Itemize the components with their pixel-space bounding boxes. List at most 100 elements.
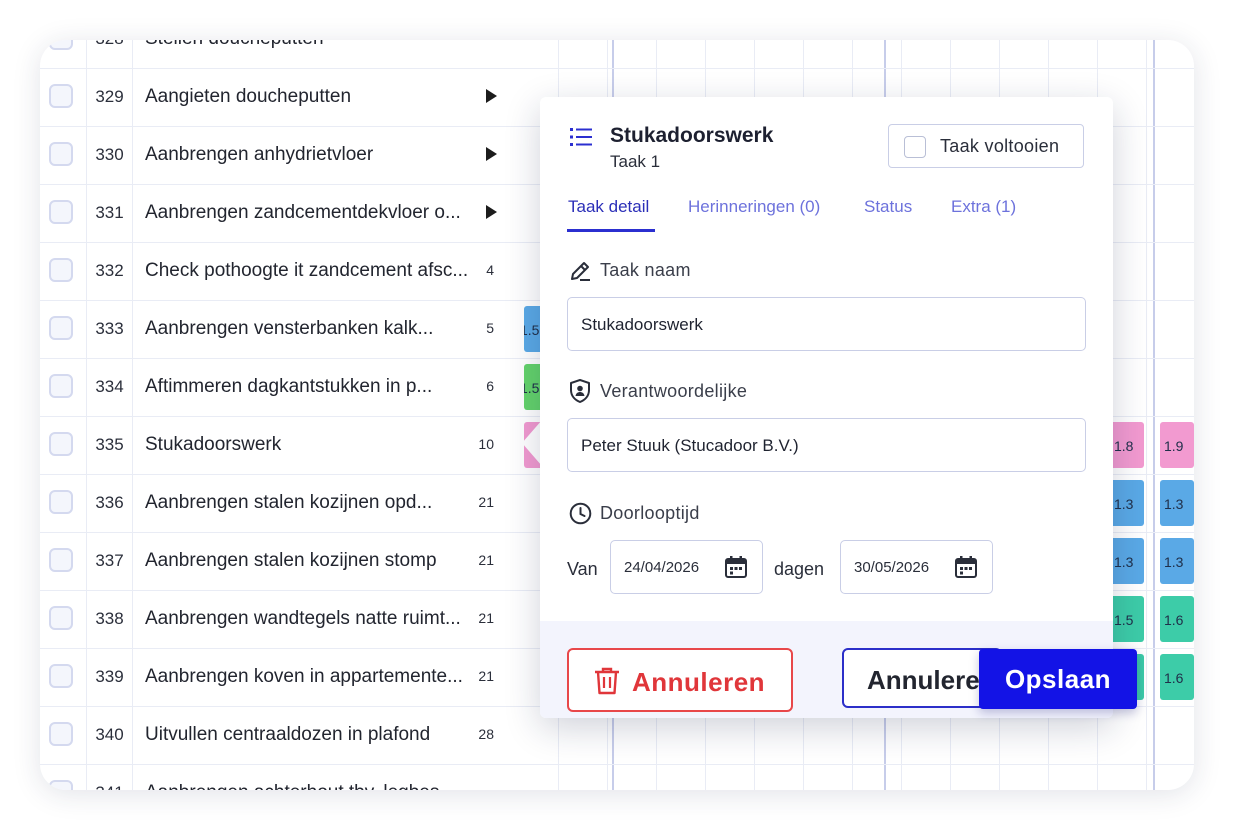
- row-checkbox[interactable]: [49, 142, 73, 166]
- gantt-bar[interactable]: 1.5: [1110, 596, 1144, 642]
- task-duration: 21: [478, 668, 494, 684]
- gantt-bar[interactable]: 1.8: [1110, 422, 1144, 468]
- task-name: Uitvullen centraaldozen in plafond: [145, 724, 431, 745]
- modal-subtitle: Taak 1: [610, 152, 661, 171]
- responsible-label: Verantwoordelijke: [600, 381, 748, 401]
- row-checkbox[interactable]: [49, 258, 73, 282]
- task-name: Stukadoorswerk: [145, 434, 282, 455]
- row-checkbox[interactable]: [49, 200, 73, 224]
- gantt-bar[interactable]: 1.3: [1160, 538, 1194, 584]
- gantt-bar-label: 1.9: [1164, 438, 1184, 454]
- save-button[interactable]: Opslaan: [979, 649, 1137, 709]
- expand-arrow-icon[interactable]: [486, 147, 497, 161]
- task-name: Aanbrengen koven in appartemente...: [145, 666, 463, 687]
- row-number: 338: [95, 609, 124, 628]
- expand-arrow-icon[interactable]: [486, 205, 497, 219]
- row-checkbox[interactable]: [49, 490, 73, 514]
- to-date-value: 30/05/2026: [854, 559, 930, 576]
- tab-task-detail[interactable]: Taak detail: [568, 197, 649, 217]
- complete-task-label: Taak voltooien: [940, 136, 1060, 156]
- complete-task-checkbox[interactable]: [904, 136, 926, 158]
- row-checkbox[interactable]: [49, 40, 73, 50]
- gantt-bar-label: 1.6: [1164, 612, 1184, 628]
- expand-arrow-icon[interactable]: [486, 89, 497, 103]
- task-duration: 4: [486, 262, 494, 278]
- row-number: 340: [95, 725, 124, 744]
- tab-extra[interactable]: Extra (1): [951, 197, 1016, 217]
- column-divider: [132, 590, 133, 648]
- duration-label: Doorlooptijd: [600, 503, 700, 523]
- task-name: Aanbrengen achterhout tbv. legbes...: [145, 782, 475, 790]
- task-duration: 21: [478, 552, 494, 568]
- task-name: Aanbrengen zandcementdekvloer o...: [145, 202, 461, 223]
- gantt-bar[interactable]: 1.3: [1110, 538, 1144, 584]
- task-name-label: Taak naam: [600, 260, 691, 280]
- task-duration: 21: [478, 610, 494, 626]
- clock-icon: [569, 502, 592, 530]
- table-row[interactable]: 341 Aanbrengen achterhout tbv. legbes...: [40, 764, 1194, 790]
- task-duration: 6: [486, 378, 494, 394]
- calendar-icon[interactable]: [724, 555, 748, 584]
- row-checkbox[interactable]: [49, 606, 73, 630]
- gantt-bar[interactable]: 1.6: [1160, 654, 1194, 700]
- row-checkbox[interactable]: [49, 374, 73, 398]
- tab-status[interactable]: Status: [864, 197, 912, 217]
- task-name: Aanbrengen stalen kozijnen stomp: [145, 550, 437, 571]
- row-number: 329: [95, 87, 124, 106]
- row-checkbox[interactable]: [49, 722, 73, 746]
- calendar-icon[interactable]: [954, 555, 978, 584]
- trash-icon: [594, 667, 620, 700]
- delete-button-label: Annuleren: [632, 667, 766, 697]
- column-divider: [132, 126, 133, 184]
- row-number: 332: [95, 261, 124, 280]
- row-number: 333: [95, 319, 124, 338]
- row-checkbox[interactable]: [49, 664, 73, 688]
- row-checkbox[interactable]: [49, 432, 73, 456]
- responsible-input[interactable]: Peter Stuuk (Stucadoor B.V.): [567, 418, 1086, 472]
- gantt-bar[interactable]: 1.9: [1160, 422, 1194, 468]
- gantt-bar[interactable]: 1.3: [1160, 480, 1194, 526]
- column-divider: [132, 184, 133, 242]
- column-divider: [132, 474, 133, 532]
- row-checkbox[interactable]: [49, 548, 73, 572]
- row-number: 328: [87, 40, 132, 49]
- row-checkbox[interactable]: [49, 84, 73, 108]
- column-divider: [132, 358, 133, 416]
- column-divider: [132, 242, 133, 300]
- row-number: 341: [87, 783, 132, 790]
- gantt-bar-label: 1.5: [1114, 612, 1134, 628]
- from-date-input[interactable]: 24/04/2026: [610, 540, 763, 594]
- column-divider: [132, 764, 133, 790]
- task-duration: 10: [478, 436, 494, 452]
- task-name: Aanbrengen stalen kozijnen opd...: [145, 492, 433, 513]
- row-checkbox[interactable]: [49, 780, 73, 790]
- column-divider: [132, 648, 133, 706]
- complete-task-button[interactable]: Taak voltooien: [888, 124, 1084, 168]
- row-number: 339: [95, 667, 124, 686]
- task-name: Stellen doucheputten: [145, 40, 475, 50]
- row-number: 335: [95, 435, 124, 454]
- row-number: 330: [95, 145, 124, 164]
- column-divider: [132, 40, 133, 68]
- to-date-input[interactable]: 30/05/2026: [840, 540, 993, 594]
- row-checkbox[interactable]: [49, 316, 73, 340]
- save-button-label: Opslaan: [1004, 664, 1112, 694]
- task-name-input[interactable]: Stukadoorswerk: [567, 297, 1086, 351]
- task-duration: 21: [478, 494, 494, 510]
- task-name: Aangieten doucheputten: [145, 86, 352, 107]
- days-label: dagen: [774, 559, 825, 579]
- gantt-bar-label: 1.3: [1164, 496, 1184, 512]
- gantt-bar-label: 1.3: [1114, 496, 1134, 512]
- gantt-bar[interactable]: 1.6: [1160, 596, 1194, 642]
- tab-reminders[interactable]: Herinneringen (0): [688, 197, 820, 217]
- task-name: Aanbrengen wandtegels natte ruimt...: [145, 608, 461, 629]
- task-detail-modal: Stukadoorswerk Taak 1 Taak voltooien Taa…: [540, 97, 1113, 718]
- task-name: Aftimmeren dagkantstukken in p...: [145, 376, 433, 397]
- gantt-bar[interactable]: 1.3: [1110, 480, 1144, 526]
- table-row[interactable]: 328 Stellen doucheputten: [40, 40, 1194, 69]
- delete-button[interactable]: Annuleren: [567, 648, 793, 712]
- cancel-button[interactable]: Annuleren: [842, 648, 1002, 708]
- cancel-button-label: Annuleren: [867, 665, 996, 695]
- row-number: 336: [95, 493, 124, 512]
- column-divider: [132, 300, 133, 358]
